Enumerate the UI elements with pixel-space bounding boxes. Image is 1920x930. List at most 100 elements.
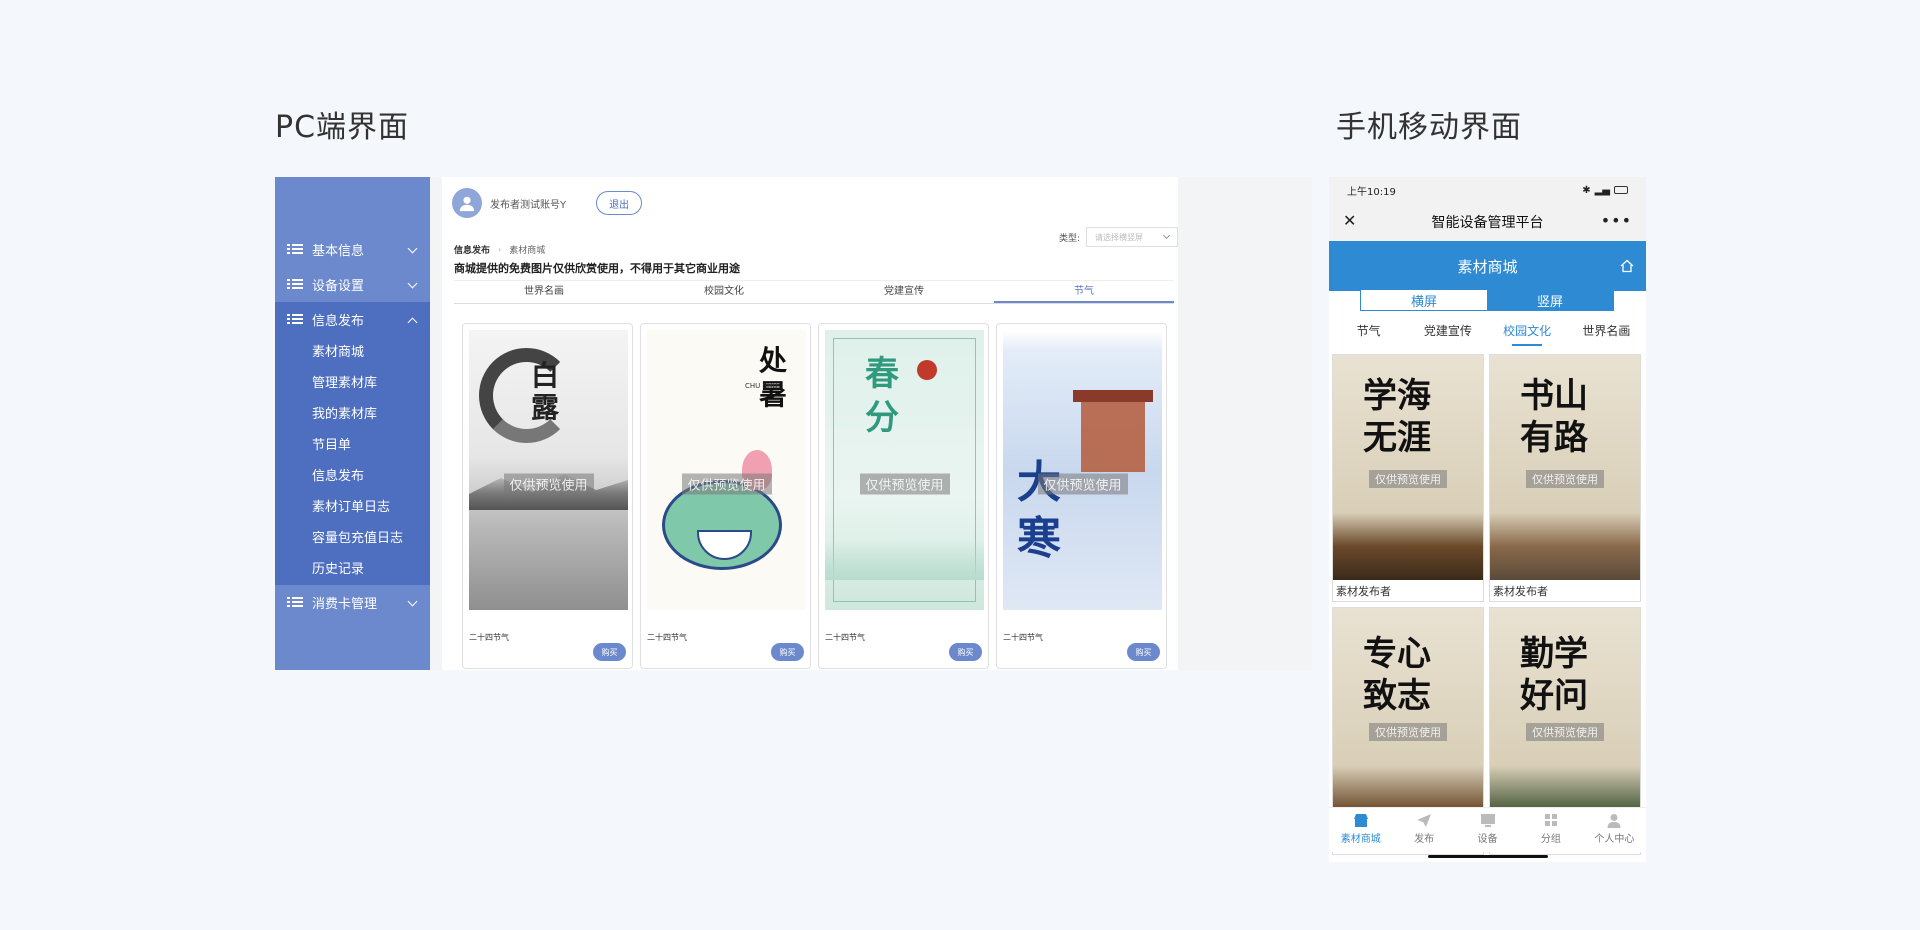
category-tabs: 世界名画 校园文化 党建宣传 节气 xyxy=(454,280,1174,304)
buy-button[interactable]: 购买 xyxy=(593,643,626,661)
page-title: 素材商城 xyxy=(1457,257,1518,276)
nav-label: 设备 xyxy=(1477,834,1498,845)
mini-program-navbar: ✕ 智能设备管理平台 ••• xyxy=(1329,203,1646,241)
store-icon xyxy=(1353,814,1368,827)
sidebar-item-label: 基本信息 xyxy=(312,244,365,259)
poster-image: 春分 仅供预览使用 xyxy=(825,330,984,610)
chevron-right-icon: › xyxy=(498,245,502,254)
type-filter: 类型: 请选择横竖屏 xyxy=(1059,227,1178,247)
breadcrumb: 信息发布 › 素材商城 xyxy=(454,243,545,256)
submenu-item[interactable]: 素材商城 xyxy=(275,337,430,368)
user-icon xyxy=(1607,814,1621,828)
page-header: 素材商城 xyxy=(1329,241,1646,291)
submenu-item[interactable]: 历史记录 xyxy=(275,554,430,585)
landscape-button[interactable]: 横屏 xyxy=(1361,290,1487,310)
submenu-item[interactable]: 节目单 xyxy=(275,430,430,461)
preview-watermark: 仅供预览使用 xyxy=(1526,722,1604,741)
breadcrumb-item[interactable]: 信息发布 xyxy=(454,243,490,256)
material-grid: 白露 仅供预览使用 二十四节气 购买 处暑 CHU SHU 仅供预览使用 二十四… xyxy=(462,323,1167,669)
status-icons: ✱ ▂▄ xyxy=(1582,185,1628,196)
breadcrumb-item: 素材商城 xyxy=(509,246,546,256)
poster-title: 白露 xyxy=(531,359,560,424)
card-author: 素材发布者 xyxy=(1493,585,1548,598)
tab-campus-culture[interactable]: 校园文化 xyxy=(1488,320,1567,348)
category-tabs: 节气 党建宣传 校园文化 世界名画 xyxy=(1329,320,1646,348)
tab-party-promotion[interactable]: 党建宣传 xyxy=(1408,320,1487,348)
submenu-item[interactable]: 素材订单日志 xyxy=(275,492,430,523)
poster-image: 勤学好问 仅供预览使用 xyxy=(1490,608,1640,833)
nav-profile[interactable]: 个人中心 xyxy=(1583,808,1646,852)
more-icon[interactable]: ••• xyxy=(1601,211,1632,230)
avatar[interactable] xyxy=(452,188,482,218)
card-author: 素材发布者 xyxy=(1336,585,1391,598)
red-sun-decoration xyxy=(917,360,937,380)
orientation-select[interactable]: 请选择横竖屏 xyxy=(1086,227,1178,247)
poster-image: 大寒 仅供预览使用 xyxy=(1003,330,1162,610)
material-card[interactable]: 学海无涯 仅供预览使用 素材发布者 xyxy=(1332,354,1484,602)
nav-devices[interactable]: 设备 xyxy=(1456,808,1519,852)
sidebar-item-info-publish[interactable]: 信息发布 xyxy=(275,302,430,337)
close-icon[interactable]: ✕ xyxy=(1343,213,1357,229)
sidebar-item-device-settings[interactable]: 设备设置 xyxy=(275,267,430,302)
material-card[interactable]: 白露 仅供预览使用 二十四节气 购买 xyxy=(462,323,633,669)
poster-title: 春分 xyxy=(865,354,899,438)
list-icon xyxy=(287,278,303,291)
sidebar-item-label: 设备设置 xyxy=(312,279,365,294)
card-label: 二十四节气 xyxy=(825,633,865,642)
material-card[interactable]: 书山有路 仅供预览使用 素材发布者 xyxy=(1489,354,1641,602)
buy-button[interactable]: 购买 xyxy=(949,643,982,661)
poster-title: 书山有路 xyxy=(1520,376,1588,458)
buy-button[interactable]: 购买 xyxy=(771,643,804,661)
pc-screen: 基本信息 设备设置 信息发布 素材商城 管理素材库 我的素材库 节目单 信息发布… xyxy=(275,177,1312,670)
sidebar-item-basic-info[interactable]: 基本信息 xyxy=(275,232,430,267)
material-grid: 学海无涯 仅供预览使用 素材发布者 书山有路 仅供预览使用 素材发布者 专心致志… xyxy=(1331,354,1644,855)
tab-world-paintings[interactable]: 世界名画 xyxy=(1567,320,1646,348)
preview-watermark: 仅供预览使用 xyxy=(1369,722,1447,741)
sidebar-item-card-management[interactable]: 消费卡管理 xyxy=(275,585,430,620)
poster-title: 处暑 xyxy=(759,344,788,411)
nav-material-store[interactable]: 素材商城 xyxy=(1329,808,1392,852)
poster-title: 学海无涯 xyxy=(1363,376,1431,458)
material-card[interactable]: 处暑 CHU SHU 仅供预览使用 二十四节气 购买 xyxy=(640,323,811,669)
poster-image: 白露 仅供预览使用 xyxy=(469,330,628,610)
tab-campus-culture[interactable]: 校园文化 xyxy=(634,281,814,303)
usage-notice: 商城提供的免费图片仅供欣赏使用，不得用于其它商业用途 xyxy=(454,262,740,275)
tab-world-paintings[interactable]: 世界名画 xyxy=(454,281,634,303)
submenu-item[interactable]: 信息发布 xyxy=(275,461,430,492)
water-decoration xyxy=(825,540,984,580)
pavilion-decoration xyxy=(1081,402,1145,472)
submenu-item[interactable]: 我的素材库 xyxy=(275,399,430,430)
material-card[interactable]: 大寒 仅供预览使用 二十四节气 购买 xyxy=(996,323,1167,669)
chevron-down-icon xyxy=(407,278,418,289)
type-label: 类型: xyxy=(1058,233,1080,244)
home-indicator xyxy=(1428,855,1548,858)
tab-solar-terms[interactable]: 节气 xyxy=(994,281,1174,303)
grid-icon xyxy=(1544,814,1557,826)
logout-button[interactable]: 退出 xyxy=(596,191,643,215)
submenu-item[interactable]: 容量包充值日志 xyxy=(275,523,430,554)
poster-subtitle: CHU SHU xyxy=(745,382,778,390)
list-icon xyxy=(287,243,303,256)
poster-image: 书山有路 仅供预览使用 xyxy=(1490,355,1640,580)
submenu-item[interactable]: 管理素材库 xyxy=(275,368,430,399)
nav-groups[interactable]: 分组 xyxy=(1519,808,1582,852)
poster-title: 勤学好问 xyxy=(1520,634,1588,716)
battery-icon xyxy=(1614,186,1628,194)
pavilion-roof-decoration xyxy=(1073,390,1153,402)
portrait-button[interactable]: 竖屏 xyxy=(1487,290,1613,310)
material-card[interactable]: 春分 仅供预览使用 二十四节气 购买 xyxy=(818,323,989,669)
home-icon[interactable] xyxy=(1620,259,1634,273)
snow-branch-decoration xyxy=(1003,330,1162,350)
send-icon xyxy=(1417,814,1432,827)
card-label: 二十四节气 xyxy=(469,633,509,642)
buy-button[interactable]: 购买 xyxy=(1127,643,1160,661)
nav-publish[interactable]: 发布 xyxy=(1392,808,1455,852)
preview-watermark: 仅供预览使用 xyxy=(1037,473,1128,495)
preview-watermark: 仅供预览使用 xyxy=(859,473,950,495)
username: 发布者测试账号Y xyxy=(490,199,567,211)
pc-section-title: PC端界面 xyxy=(275,110,410,145)
tab-solar-terms[interactable]: 节气 xyxy=(1329,320,1408,348)
content-panel: 发布者测试账号Y 退出 类型: 请选择横竖屏 信息发布 › 素材商城 商城提供的… xyxy=(442,177,1178,670)
tab-party-promotion[interactable]: 党建宣传 xyxy=(814,281,994,303)
nav-label: 分组 xyxy=(1540,834,1561,845)
